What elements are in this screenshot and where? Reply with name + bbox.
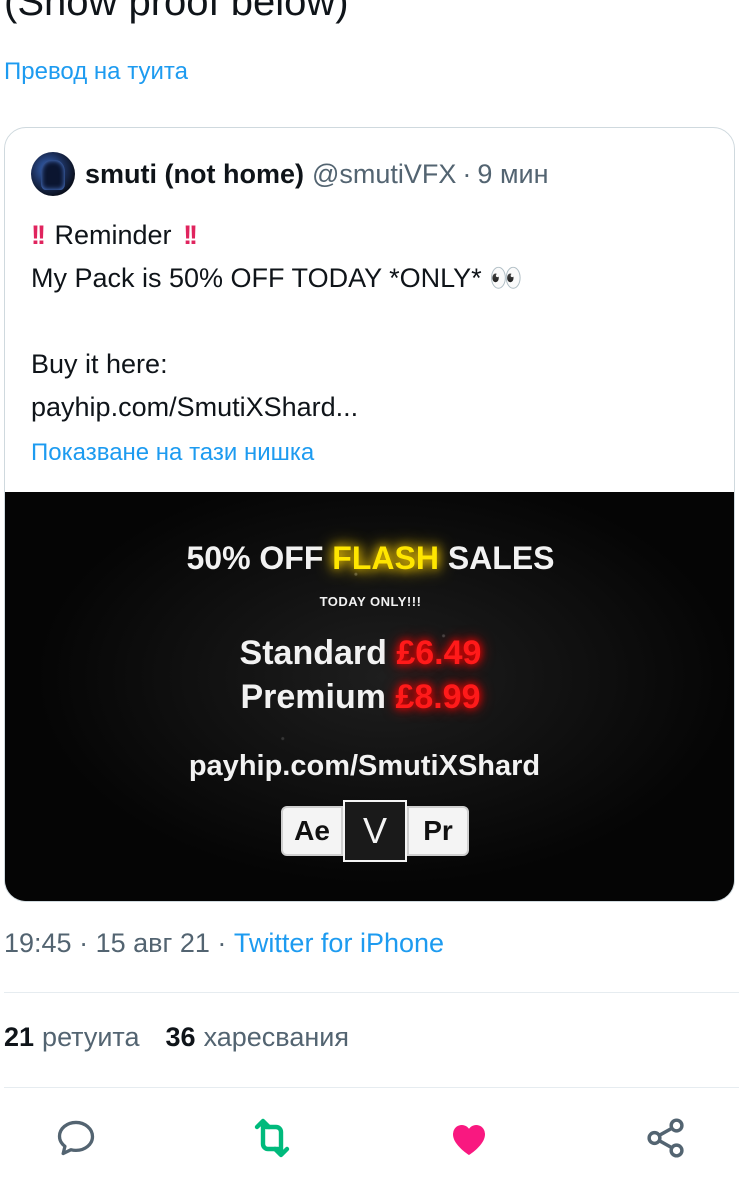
promo-title-prefix: 50% OFF <box>186 540 333 576</box>
share-icon <box>647 1118 684 1158</box>
tweet-actions <box>0 1112 749 1172</box>
promo-today-only: TODAY ONLY!!! <box>319 594 422 609</box>
display-name[interactable]: smuti (not home) <box>85 159 304 190</box>
quoted-tweet-header: smuti (not home) @smutiVFX · 9 мин <box>31 150 549 198</box>
promo-premium-line: Premium £8.99 <box>5 678 726 717</box>
reminder-line: !! Reminder !! <box>31 214 523 257</box>
quoted-tweet-text: !! Reminder !! My Pack is 50% OFF TODAY … <box>31 214 523 429</box>
after-effects-badge: Ae <box>281 806 343 856</box>
meta-separator: · <box>79 928 89 958</box>
premium-label: Premium <box>240 678 396 716</box>
meta-separator: · <box>217 928 227 958</box>
divider <box>4 1087 739 1088</box>
engagement-stats: 21 ретуита 36 харесвания <box>4 1022 349 1053</box>
tweet-meta: 19:45 · 15 авг 21 · Twitter for iPhone <box>4 928 444 959</box>
tweet-date[interactable]: 15 авг 21 <box>96 928 210 958</box>
vegas-badge: V <box>343 800 407 862</box>
avatar[interactable] <box>31 152 75 196</box>
retweet-button[interactable] <box>246 1112 298 1164</box>
like-icon <box>452 1125 486 1155</box>
promo-title-suffix: SALES <box>438 540 555 576</box>
standard-label: Standard <box>239 634 397 672</box>
premiere-badge: Pr <box>407 806 469 856</box>
promo-url: payhip.com/SmutiXShard <box>188 750 541 782</box>
retweets-count: 21 <box>4 1022 35 1052</box>
tweet-source[interactable]: Twitter for iPhone <box>234 928 444 958</box>
divider <box>4 992 739 993</box>
separator-dot: · <box>462 158 472 189</box>
standard-price: £6.49 <box>396 634 482 672</box>
truncated-url: payhip.com/SmutiXShard... <box>31 392 359 422</box>
promo-standard-line: Standard £6.49 <box>5 634 726 673</box>
user-handle[interactable]: @smutiVFX <box>312 159 456 190</box>
offer-line: My Pack is 50% OFF TODAY *ONLY* 👀 <box>31 263 523 293</box>
show-thread-link[interactable]: Показване на тази нишка <box>31 439 314 467</box>
reply-button[interactable] <box>50 1112 102 1164</box>
likes-count: 36 <box>165 1022 196 1052</box>
promo-title: 50% OFF FLASH SALES <box>5 540 734 577</box>
previous-tweet-text-cut: (Show proof below) <box>4 0 349 24</box>
double-exclamation-emoji: !! <box>183 220 198 250</box>
share-button[interactable] <box>640 1112 692 1164</box>
like-button[interactable] <box>443 1112 495 1164</box>
reply-icon <box>57 1120 95 1156</box>
translate-tweet-link[interactable]: Превод на туита <box>4 58 188 86</box>
retweets-stat[interactable]: 21 ретуита <box>4 1022 140 1052</box>
software-badges: Ae V Pr <box>281 800 469 862</box>
promo-image[interactable]: 50% OFF FLASH SALES TODAY ONLY!!! Standa… <box>5 492 734 901</box>
promo-flash-word: FLASH <box>332 540 439 576</box>
retweets-label: ретуита <box>42 1022 140 1052</box>
likes-stat[interactable]: 36 харесвания <box>166 1022 349 1052</box>
premium-price: £8.99 <box>395 678 481 716</box>
buy-line: Buy it here: <box>31 349 168 379</box>
relative-time[interactable]: 9 мин <box>477 159 548 190</box>
retweet-icon <box>254 1118 290 1158</box>
quoted-tweet[interactable]: smuti (not home) @smutiVFX · 9 мин !! Re… <box>4 127 735 902</box>
tweet-time[interactable]: 19:45 <box>4 928 72 958</box>
double-exclamation-emoji: !! <box>31 220 46 250</box>
likes-label: харесвания <box>203 1022 349 1052</box>
reminder-text: Reminder <box>54 220 172 250</box>
